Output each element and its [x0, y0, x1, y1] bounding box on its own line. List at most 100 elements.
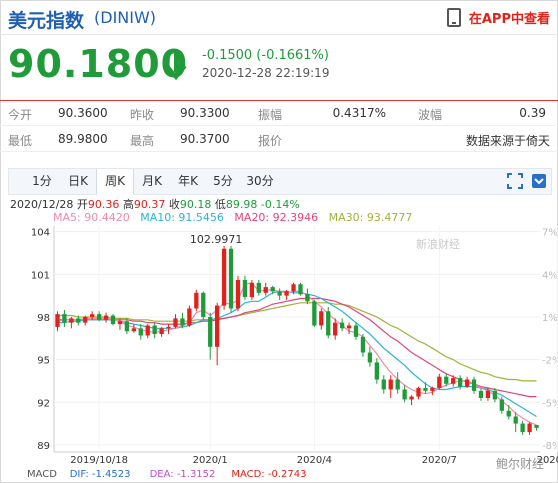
candle-body — [339, 322, 345, 329]
open-in-app-label: 在APP中查看 — [468, 12, 550, 27]
ohlc-date: 2020/12/28 — [10, 198, 74, 211]
candle-body — [103, 315, 109, 320]
high-label: 高 — [122, 198, 134, 211]
wave-value: 0.39 — [519, 106, 546, 120]
fullscreen-icon[interactable] — [507, 173, 523, 189]
candle-body — [451, 378, 456, 384]
candle-body — [69, 318, 74, 323]
tab-30min[interactable]: 30分 — [243, 169, 277, 194]
candle-body — [277, 291, 282, 296]
candle-body — [90, 314, 95, 317]
corner-watermark: 鲍尔财经 — [496, 457, 545, 471]
candle-body — [437, 376, 442, 389]
quote-timestamp: 2020-12-28 22:19:19 — [202, 66, 330, 80]
ma30-line — [57, 302, 537, 382]
candle-body — [221, 248, 227, 306]
candle-body — [62, 314, 67, 323]
candlestick-chart[interactable]: 104 7% 101 4% 98 1% 95 -2% 92 -5% 89 -8% 2019/10/18 2… — [0, 220, 558, 472]
candle-body — [381, 379, 386, 390]
tab-weekly[interactable]: 周K — [96, 169, 134, 195]
tab-1min[interactable]: 1分 — [29, 169, 55, 194]
down-arrow-icon — [165, 52, 187, 80]
low-label: 最低 — [8, 134, 33, 148]
candle-body — [117, 321, 123, 325]
candle-body — [360, 336, 366, 353]
macd-label: MACD — [27, 469, 57, 480]
tab-monthly[interactable]: 月K — [137, 169, 167, 194]
high-value: 90.3700 — [180, 132, 230, 146]
period-tabs: 1分 日K 周K 月K 年K 5分 30分 — [8, 168, 552, 195]
open-value: 90.3600 — [58, 106, 108, 120]
candle-body — [499, 399, 504, 411]
candle-body — [471, 379, 477, 391]
candle-body — [319, 311, 324, 326]
candle-body — [228, 248, 234, 309]
candle-body — [138, 328, 143, 336]
prev-close-label: 昨收 — [130, 108, 155, 122]
candle-body — [159, 328, 164, 335]
candle-body — [242, 280, 248, 298]
pct-tick-label: -8% — [542, 441, 558, 452]
low-value: 89.9800 — [58, 132, 108, 146]
x-tick-label: 2019/10/18 — [70, 455, 128, 466]
candle-body — [464, 379, 470, 387]
candle-body — [402, 389, 407, 400]
close-label: 收 — [168, 198, 180, 211]
candle-body — [263, 287, 268, 293]
candle-body — [409, 396, 414, 400]
candle-body — [180, 318, 185, 326]
brand-watermark: 新浪财经 — [416, 237, 460, 251]
macd-readout: MACD DIF: -1.4523 DEA: -1.3152 MACD: -0.… — [27, 469, 306, 480]
candle-body — [305, 294, 310, 302]
x-tick-label: 2020/1 — [193, 455, 228, 466]
phone-icon — [446, 8, 461, 27]
tab-5min[interactable]: 5分 — [209, 169, 237, 194]
candle-body — [513, 416, 518, 424]
settings-icon[interactable] — [531, 173, 547, 189]
pct-tick-label: 1% — [542, 313, 558, 324]
candle-body — [187, 308, 192, 326]
divider — [0, 34, 558, 35]
macd-hist: MACD: -0.2743 — [231, 469, 307, 480]
prev-close-value: 90.3300 — [180, 106, 230, 120]
y-tick-label: 92 — [37, 398, 50, 409]
candle-body — [444, 376, 449, 384]
candle-body — [152, 325, 157, 335]
candle-body — [291, 284, 296, 292]
tab-daily[interactable]: 日K — [63, 169, 93, 194]
ohlc-pct: -0.14% — [260, 198, 300, 211]
y-tick-label: 98 — [37, 313, 50, 324]
candle-body — [270, 287, 275, 292]
price-change: -0.1500 (-0.1661%) — [202, 48, 329, 63]
pct-tick-label: 7% — [542, 228, 558, 239]
y-tick-label: 104 — [31, 228, 50, 239]
divider — [0, 151, 558, 152]
open-in-app-link[interactable]: 在APP中查看 — [446, 8, 550, 27]
candle-body — [76, 318, 81, 323]
candle-body — [83, 316, 88, 323]
candle-body — [256, 282, 261, 293]
candle-body — [388, 379, 393, 390]
candle-body — [478, 390, 484, 398]
candle-body — [235, 280, 241, 309]
candle-body — [367, 352, 373, 363]
candle-body — [312, 301, 317, 326]
data-source: 数据来源于倚天 — [465, 134, 550, 148]
candle-body — [527, 423, 532, 433]
candle-body — [333, 322, 338, 336]
y-tick-label: 95 — [37, 356, 50, 367]
pct-tick-label: -2% — [542, 356, 558, 367]
macd-dea: DEA: -1.3152 — [149, 469, 216, 480]
candle-body — [506, 410, 511, 417]
candle-body — [284, 291, 289, 296]
quote-table-top-border — [0, 100, 558, 101]
x-tick-label: 2020/7 — [422, 455, 457, 466]
tab-yearly[interactable]: 年K — [173, 169, 203, 194]
current-price: 90.1800 — [8, 42, 189, 86]
candle-body — [96, 314, 102, 320]
candle-body — [353, 325, 359, 337]
candle-body — [131, 328, 136, 332]
candle-body — [55, 314, 60, 327]
peak-label: 102.9971 — [190, 233, 243, 246]
candle-body — [430, 388, 435, 391]
